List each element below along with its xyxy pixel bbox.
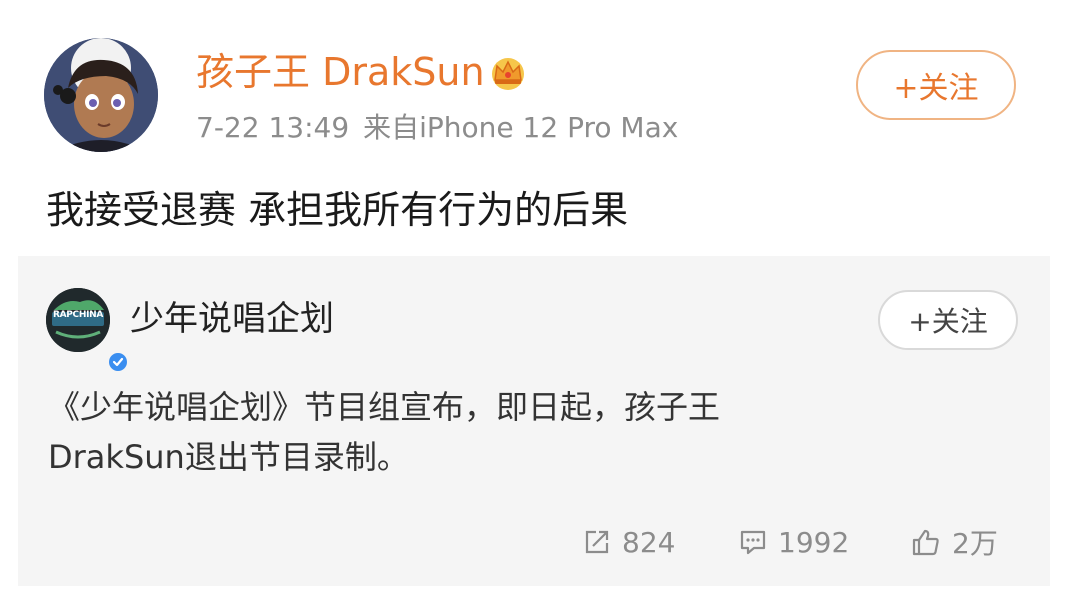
retweet-author-name[interactable]: 少年说唱企划	[130, 296, 334, 342]
like-icon	[912, 529, 939, 556]
retweet-card[interactable]: RAPCHINA 少年说唱企划 《少年说唱企划》节目组宣布，即日起，孩子王 Dr…	[18, 256, 1050, 586]
crown-icon	[492, 58, 524, 90]
like-action[interactable]: 2万	[910, 520, 998, 564]
comment-action[interactable]: 1992	[738, 520, 849, 564]
follow-button[interactable]: +关注	[856, 50, 1016, 120]
forward-count: 824	[622, 525, 676, 559]
post-date: 7-22 13:49	[196, 111, 350, 144]
retweet-text: 《少年说唱企划》节目组宣布，即日起，孩子王 DrakSun退出节目录制。	[48, 382, 948, 482]
post-text: 我接受退赛 承担我所有行为的后果	[46, 188, 629, 232]
retweet-text-line: DrakSun退出节目录制。	[48, 438, 409, 476]
rapchina-logo-icon	[46, 288, 110, 352]
like-count: 2万	[952, 527, 998, 560]
comment-icon	[740, 530, 766, 555]
author-name[interactable]: 孩子王 DrakSun	[196, 48, 485, 96]
retweet-avatar[interactable]: RAPCHINA	[46, 288, 130, 374]
retweet-follow-button[interactable]: +关注	[878, 290, 1018, 350]
retweet-text-line: 《少年说唱企划》节目组宣布，即日起，孩子王	[48, 388, 721, 426]
weibo-post: 孩子王 DrakSun 7-22 13:49 来自iPhone 12 Pro Ma…	[0, 0, 1080, 612]
avatar-illustration	[44, 38, 158, 152]
verified-icon	[106, 350, 130, 374]
retweet-logo-text: RAPCHINA	[52, 310, 104, 320]
comment-count: 1992	[778, 525, 850, 559]
forward-icon	[585, 530, 609, 554]
forward-action[interactable]: 824	[582, 520, 675, 564]
post-source[interactable]: 来自iPhone 12 Pro Max	[363, 111, 678, 144]
post-meta: 7-22 13:49 来自iPhone 12 Pro Max	[196, 108, 678, 148]
author-avatar[interactable]	[44, 38, 158, 152]
